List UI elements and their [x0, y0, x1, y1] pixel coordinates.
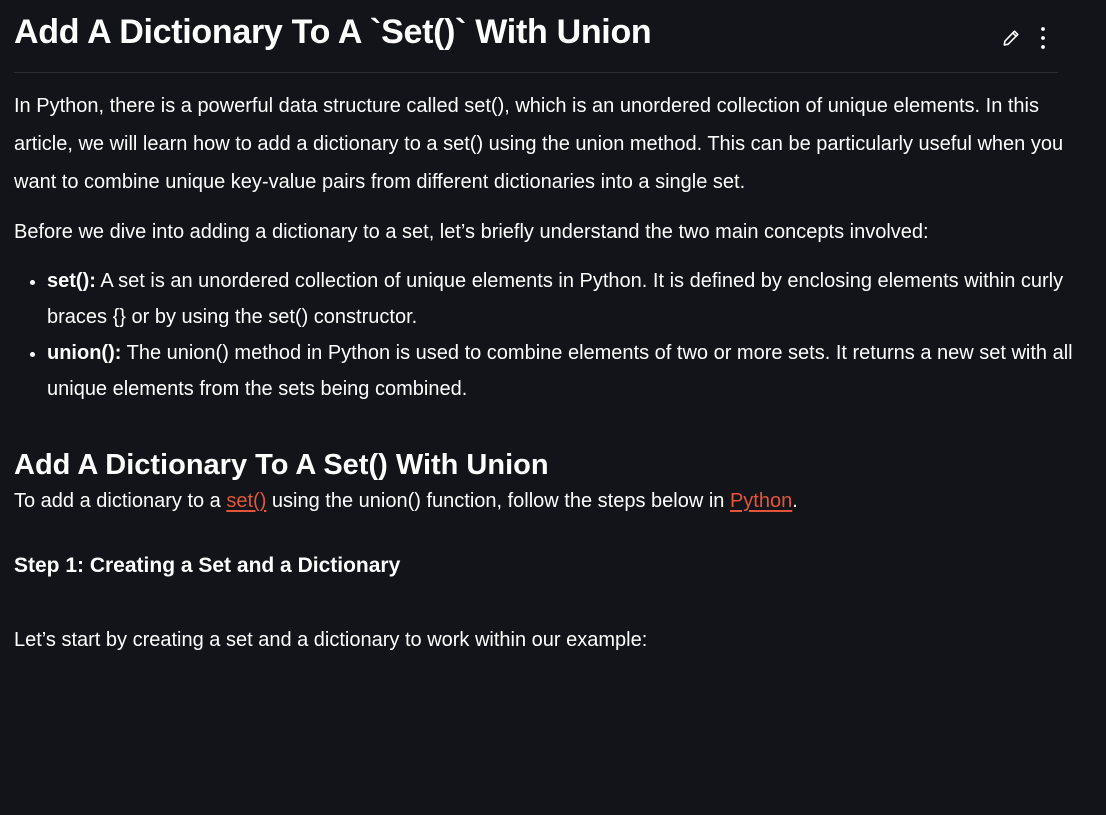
intro-paragraph: In Python, there is a powerful data stru… [14, 95, 1064, 193]
pencil-icon[interactable] [1000, 24, 1022, 52]
set-link[interactable]: set() [226, 490, 266, 512]
concepts-intro-paragraph: Before we dive into adding a dictionary … [14, 221, 929, 243]
concept-description: The union() method in Python is used to … [47, 342, 1073, 400]
step-paragraph: Let’s start by creating a set and a dict… [14, 629, 648, 651]
concept-description: A set is an unordered collection of uniq… [47, 270, 1064, 328]
list-item: set(): A set is an unordered collection … [47, 263, 1074, 335]
list-item: union(): The union() method in Python is… [47, 335, 1074, 407]
section-heading: Add A Dictionary To A Set() With Union [14, 449, 549, 481]
section-text-middle: using the union() function, follow the s… [266, 490, 730, 512]
concept-term: union(): [47, 342, 122, 364]
title-row: Add A Dictionary To A `Set()` With Union [14, 0, 1058, 73]
step-heading: Step 1: Creating a Set and a Dictionary [14, 554, 401, 577]
more-vertical-icon[interactable] [1032, 24, 1054, 52]
concepts-list: set(): A set is an unordered collection … [14, 263, 1074, 407]
section-text-before: To add a dictionary to a [14, 490, 227, 512]
article: Add A Dictionary To A `Set()` With Union… [14, 0, 1074, 659]
section-paragraph: To add a dictionary to a set() using the… [14, 485, 1074, 517]
page-title: Add A Dictionary To A `Set()` With Union [14, 13, 652, 51]
section-text-after: . [792, 490, 798, 512]
concept-term: set(): [47, 270, 96, 292]
title-actions [1000, 22, 1054, 54]
python-link[interactable]: Python [730, 490, 792, 512]
